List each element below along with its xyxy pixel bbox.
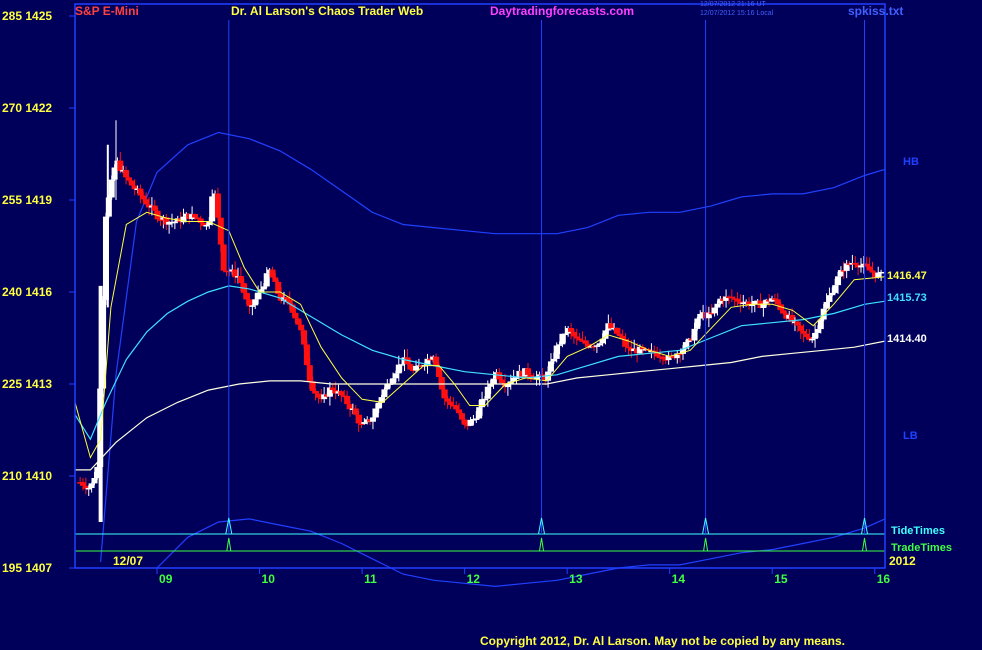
x-tick-label: 16 — [876, 572, 891, 586]
price-chart — [0, 0, 982, 650]
y-tick-label: 225 1413 — [2, 377, 53, 391]
symbol-label: S&P E-Mini — [75, 4, 139, 18]
timestamp-ut: 12/07/2012 21:16 UT — [700, 1, 766, 8]
y-tick-label: 210 1410 — [2, 469, 53, 483]
candle — [105, 194, 112, 219]
lower-band-label: LB — [903, 430, 918, 442]
y-tick-label: 255 1419 — [2, 193, 53, 207]
y-tick-label: 240 1416 — [2, 285, 53, 299]
y-tick-label: 285 1425 — [2, 9, 53, 23]
upper-band-label: HB — [903, 156, 919, 168]
candle — [694, 316, 701, 331]
candle — [220, 243, 227, 273]
candle — [303, 340, 310, 366]
copyright-notice: Copyright 2012, Dr. Al Larson. May not b… — [480, 634, 845, 648]
website-label: Daytradingforecasts.com — [490, 4, 635, 18]
x-tick-label: 12 — [466, 572, 480, 586]
trade-times-label: TradeTimes — [891, 542, 952, 554]
start-date-label: 12/07 — [113, 554, 144, 568]
y-tick-label: 270 1422 — [2, 101, 53, 115]
year-label: 2012 — [889, 554, 916, 568]
x-tick-label: 15 — [774, 572, 788, 586]
x-tick-label: 11 — [364, 572, 377, 586]
y-tick-label: 195 1407 — [2, 561, 53, 575]
chart-background — [0, 0, 982, 650]
filename-label: spkiss.txt — [848, 4, 904, 18]
candle — [128, 179, 135, 186]
x-tick-label: 13 — [569, 572, 583, 586]
mid-ma-value: 1415.73 — [887, 292, 927, 304]
chart-title: Dr. Al Larson's Chaos Trader Web — [231, 4, 424, 18]
x-tick-label: 10 — [261, 572, 275, 586]
tide-times-label: TideTimes — [891, 525, 946, 537]
candle — [295, 318, 302, 326]
x-tick-label: 09 — [159, 572, 173, 586]
timestamp-local: 12/07/2012 15:16 Local — [700, 10, 774, 17]
x-tick-label: 14 — [671, 572, 686, 586]
slow-ma-value: 1414.40 — [887, 333, 927, 345]
fast-ma-value: 1416.47 — [887, 270, 927, 282]
